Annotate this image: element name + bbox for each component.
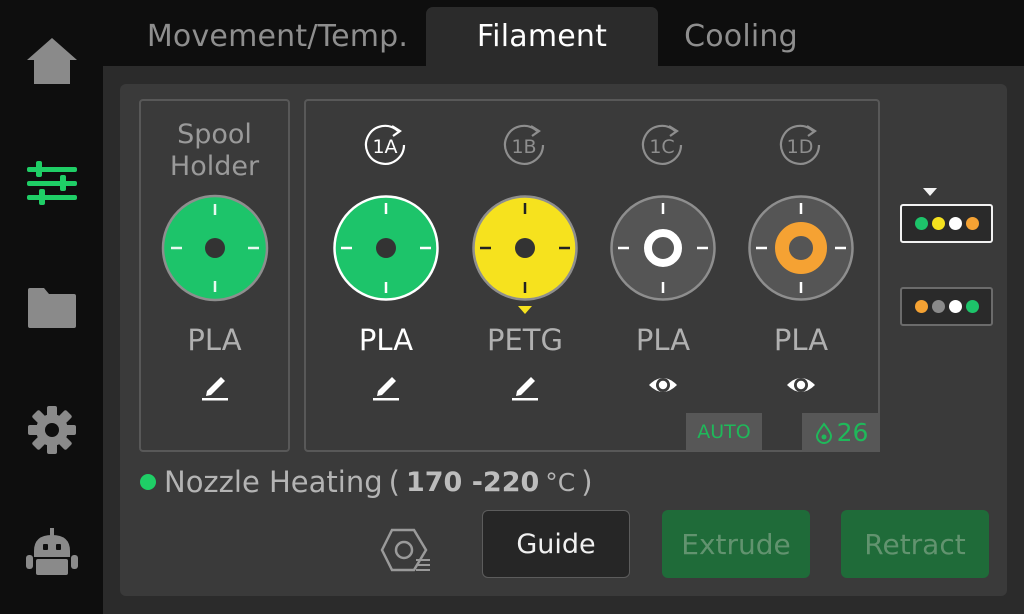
filament-panel: Spool Holder PLA 1A PLA 1B PETG 1C PLA 1… (120, 84, 1007, 596)
slot-badge-icon: 1C (641, 124, 683, 165)
status-open-paren: ( (388, 465, 400, 499)
edit-icon (373, 377, 399, 401)
in-use-marker (518, 306, 532, 314)
status-label: Nozzle Heating (164, 465, 383, 499)
spool-holder-material: PLA (187, 323, 242, 357)
tab-cooling[interactable]: Cooling (663, 7, 819, 66)
unit-slot-dot (965, 217, 979, 230)
ams-slot-1b[interactable]: 1B PETG (458, 101, 592, 454)
slot-edit-button[interactable] (458, 369, 592, 401)
slot-badge-icon: 1D (779, 124, 821, 165)
status-close-paren: ) (581, 465, 593, 499)
extrude-button[interactable]: Extrude (662, 510, 810, 578)
slot-material: PLA (773, 323, 829, 357)
unit-slot-dot (948, 217, 962, 230)
temperature-unit: °C (545, 467, 576, 497)
spool-holder-edit[interactable] (141, 369, 288, 401)
unit-slot-dot (965, 300, 979, 313)
sliders-icon (27, 161, 77, 205)
slot-badge-icon: 1A (364, 124, 406, 165)
slot-material: PETG (487, 323, 563, 357)
nozzle-settings-button[interactable] (378, 522, 434, 578)
sidebar-item-assistant[interactable] (22, 524, 82, 580)
unit-slot-dot (948, 300, 962, 313)
selected-unit-caret (923, 188, 937, 196)
slot-label-text: 1D (787, 136, 814, 158)
unit-slot-dot (914, 217, 928, 230)
spool-holder-disc (161, 194, 269, 302)
slot-label-text: 1C (649, 136, 674, 158)
slot-label-1b: 1B (458, 123, 592, 167)
spool-holder-card[interactable]: Spool Holder PLA (139, 99, 290, 452)
filament-disc-1c (610, 195, 716, 301)
sidebar-item-controls[interactable] (22, 155, 82, 211)
slot-material: PLA (635, 323, 691, 357)
retract-button[interactable]: Retract (841, 510, 989, 578)
ams-slot-1c[interactable]: 1C PLA (596, 101, 730, 454)
robot-icon (26, 528, 78, 575)
tab-filament[interactable]: Filament (426, 7, 658, 66)
filament-disc-1d (748, 195, 854, 301)
tab-bar: Movement/Temp. Filament Cooling (103, 0, 1024, 66)
sidebar-item-settings[interactable] (22, 402, 82, 458)
status-indicator (140, 474, 156, 490)
humidity-badge: 26 (802, 413, 880, 452)
slot-label-1d: 1D (734, 123, 868, 167)
temperature-range: 170 -220 (405, 466, 540, 498)
ams-unit-1[interactable] (900, 204, 993, 243)
ams-slot-1a[interactable]: 1A PLA (319, 101, 453, 454)
auto-refill-badge[interactable]: AUTO (686, 413, 762, 451)
sidebar (0, 0, 103, 614)
nozzle-icon (380, 528, 430, 572)
nozzle-status: Nozzle Heating (170 -220 °C) (140, 462, 593, 502)
droplet-icon (815, 421, 832, 444)
slot-label-1a: 1A (319, 123, 453, 167)
edit-icon (512, 377, 538, 401)
eye-icon (649, 378, 677, 392)
guide-button[interactable]: Guide (482, 510, 630, 578)
ams-slots-card: 1A PLA 1B PETG 1C PLA 1D PLA AUTO 26 (304, 99, 880, 452)
slot-badge-icon: 1B (503, 124, 545, 165)
unit-slot-dot (931, 300, 945, 313)
unit-slot-dot (931, 217, 945, 230)
filament-disc-1a (333, 195, 439, 301)
ams-unit-2[interactable] (900, 287, 993, 326)
slot-label-1c: 1C (596, 123, 730, 167)
home-icon (27, 38, 77, 84)
filament-disc-1b (472, 195, 578, 301)
eye-icon (787, 378, 815, 392)
main-panel: Spool Holder PLA 1A PLA 1B PETG 1C PLA 1… (103, 66, 1024, 614)
humidity-value: 26 (836, 418, 869, 447)
slot-label-text: 1A (372, 136, 397, 158)
folder-icon (28, 288, 76, 328)
slot-view-button[interactable] (596, 369, 730, 401)
slot-edit-button[interactable] (319, 369, 453, 401)
spool-holder-title: Spool Holder (169, 119, 260, 182)
slot-label-text: 1B (511, 136, 536, 158)
ams-slot-1d[interactable]: 1D PLA (734, 101, 868, 454)
gear-icon (28, 406, 76, 454)
unit-slot-dot (914, 300, 928, 313)
sidebar-item-home[interactable] (22, 33, 82, 89)
sidebar-item-files[interactable] (22, 280, 82, 336)
slot-view-button[interactable] (734, 369, 868, 401)
tab-movement-temp[interactable]: Movement/Temp. (135, 7, 420, 66)
edit-icon (201, 377, 228, 401)
slot-material: PLA (358, 323, 414, 357)
